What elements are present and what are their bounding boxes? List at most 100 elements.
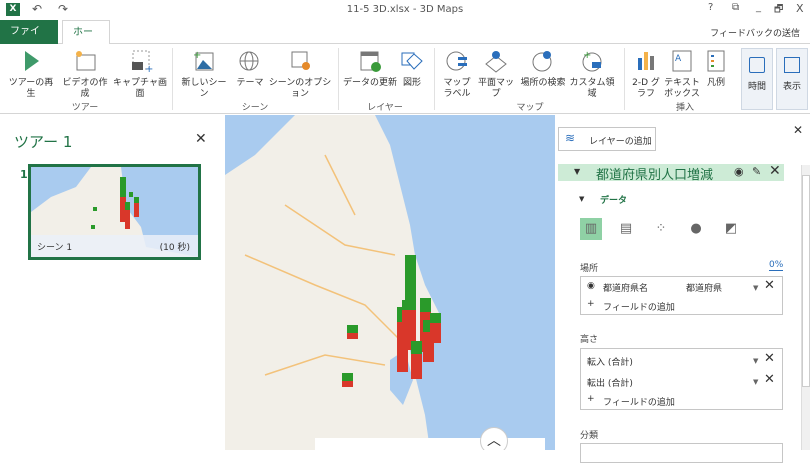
layers-icon: ≋	[565, 131, 576, 145]
refresh-data-button[interactable]: データの更新	[342, 48, 398, 89]
shapes-button[interactable]: 図形	[398, 48, 426, 89]
close-layer-pane-button[interactable]: ✕	[793, 123, 803, 137]
location-box: ◉ 都道府県名 都道府県 ▼ ✕ + フィールドの追加	[580, 276, 783, 315]
clustered-column-icon[interactable]: ▤	[615, 218, 637, 240]
dropdown-caret-icon[interactable]: ▼	[753, 378, 758, 386]
rename-pencil-icon[interactable]: ✎	[752, 165, 761, 178]
close-tour-pane-button[interactable]: ✕	[195, 131, 207, 147]
layer-header[interactable]: ▼ 都道府県別人口増減 ◉ ✎ ✕	[558, 163, 784, 183]
capture-screen-button[interactable]: + キャプチャ画面	[112, 48, 168, 100]
add-layer-button[interactable]: ≋ レイヤーの追加	[558, 127, 656, 151]
remove-field-icon[interactable]: ✕	[764, 278, 775, 293]
location-field: 都道府県名	[603, 284, 649, 294]
tour-title: ツアー 1	[14, 133, 73, 151]
2d-chart-button[interactable]: 2-D グラフ	[630, 48, 662, 100]
scene-options-button[interactable]: シーンのオプション	[266, 48, 334, 100]
theme-button[interactable]: テーマ	[232, 48, 268, 89]
view-label: 表示	[782, 82, 801, 92]
flat-map-button[interactable]: 平面マップ	[476, 48, 516, 100]
scene-duration: (10 秒)	[159, 243, 190, 253]
location-percent: 0%	[769, 260, 784, 271]
view-button[interactable]: 表示	[776, 48, 808, 110]
maximize-button[interactable]: 🗗	[774, 2, 783, 19]
custom-regions-button[interactable]: + カスタム領域	[566, 48, 618, 100]
collapse-icon[interactable]: ▼	[574, 167, 580, 176]
remove-field-icon[interactable]: ✕	[764, 372, 775, 387]
text-box-button[interactable]: A テキスト ボックス	[664, 48, 700, 100]
timeline-panel	[315, 438, 545, 450]
svg-text:A: A	[675, 54, 682, 64]
scene-name: シーン 1	[37, 243, 73, 253]
add-field-link[interactable]: フィールドの追加	[603, 300, 675, 313]
tab-file[interactable]: ファイル	[0, 20, 58, 61]
visibility-eye-icon[interactable]: ◉	[734, 165, 744, 178]
close-button[interactable]: X	[796, 2, 804, 15]
feedback-link[interactable]: フィードバックの送信	[710, 26, 800, 39]
tab-home[interactable]: ホーム	[62, 20, 110, 62]
shapes-icon	[401, 52, 423, 70]
map-labels-button[interactable]: マップ ラベル	[440, 48, 474, 100]
bar-chart-icon	[638, 52, 654, 70]
minimize-button[interactable]: _	[756, 2, 761, 13]
scrollbar-thumb[interactable]	[802, 175, 810, 387]
add-field-plus-icon[interactable]: +	[587, 394, 595, 404]
data-section-caret[interactable]: ▼	[579, 195, 584, 203]
new-scene-icon: +	[193, 50, 214, 71]
add-field-link: フィールドの追加	[603, 398, 675, 408]
map-data-bar	[402, 300, 413, 322]
capture-label: キャプチャ画面	[113, 78, 167, 99]
region-icon[interactable]: ◩	[720, 218, 742, 240]
text-box-label: テキスト ボックス	[664, 78, 700, 99]
view-icon	[784, 57, 800, 73]
height-field: 転入 (合計)	[587, 358, 633, 368]
time-button[interactable]: 時間	[741, 48, 773, 110]
group-map-label: マップ	[516, 103, 544, 113]
find-location-button[interactable]: 場所の検索	[518, 48, 568, 89]
map-svg	[225, 115, 440, 450]
scene-options-icon	[291, 51, 310, 70]
ribbon-tabs: ファイル ホーム フィードバックの送信	[0, 20, 810, 62]
tour-editor-pane: ツアー 1 ✕ 1 シーン 1 (10 秒)	[0, 115, 225, 450]
svg-text:+: +	[193, 50, 201, 61]
map-data-bar	[430, 313, 441, 343]
add-layer-label: レイヤーの追加	[589, 137, 652, 147]
location-radio[interactable]: ◉	[587, 281, 595, 291]
legend-button[interactable]: 凡例	[702, 48, 730, 89]
new-scene-button[interactable]: + 新しいシーン	[178, 48, 230, 100]
map-data-bar	[411, 341, 422, 379]
location-type-dropdown[interactable]: 都道府県	[686, 281, 722, 294]
create-video-label: ビデオの作成	[62, 78, 108, 99]
custom-regions-label: カスタム領域	[569, 78, 615, 99]
scene-number: 1	[20, 168, 28, 181]
expand-timeline-button[interactable]: ︿	[480, 427, 508, 450]
group-tour-label: ツアー	[71, 103, 99, 113]
bubble-icon[interactable]: ⁘	[650, 218, 672, 240]
add-field-plus-icon[interactable]: +	[587, 299, 595, 309]
help-button[interactable]: ?	[708, 2, 713, 13]
dropdown-caret-icon[interactable]: ▼	[753, 284, 758, 292]
ribbon-display-button[interactable]: ⧉	[732, 2, 739, 13]
scene-thumbnail[interactable]: シーン 1 (10 秒)	[28, 164, 201, 260]
map-labels-label: マップ ラベル	[443, 78, 471, 99]
stacked-column-icon[interactable]: ▥	[580, 218, 602, 240]
layer-pane: ≋ レイヤーの追加 ✕ ▼ 都道府県別人口増減 ◉ ✎ ✕ ▼ データ ▥ ▤ …	[555, 115, 810, 463]
category-label: 分類	[580, 431, 599, 441]
play-tour-button[interactable]: ツアーの再生	[6, 48, 56, 100]
create-video-button[interactable]: ビデオの作成	[60, 48, 110, 100]
play-icon	[25, 51, 39, 71]
delete-layer-icon[interactable]: ✕	[769, 163, 781, 179]
map-data-bar	[342, 373, 353, 387]
clock-icon	[749, 57, 765, 73]
heat-map-icon[interactable]: ●	[685, 218, 707, 240]
video-icon	[76, 51, 96, 71]
remove-field-icon[interactable]: ✕	[764, 351, 775, 366]
new-scene-label: 新しいシーン	[181, 78, 227, 99]
dropdown-caret-icon[interactable]: ▼	[753, 357, 758, 365]
category-box[interactable]	[580, 443, 783, 463]
height-label: 高さ	[580, 335, 599, 345]
map-labels-icon	[446, 51, 467, 71]
map-canvas[interactable]: ︿	[225, 115, 555, 450]
divider	[624, 48, 625, 110]
divider	[172, 48, 173, 110]
scrollbar[interactable]	[801, 165, 810, 450]
